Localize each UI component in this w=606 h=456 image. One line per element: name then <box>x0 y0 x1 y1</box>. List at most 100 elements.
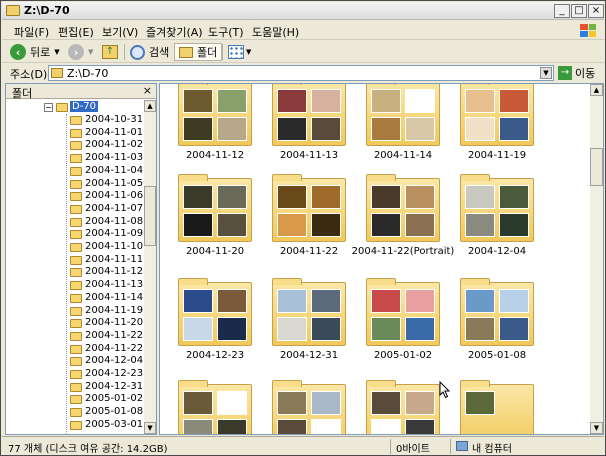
tree-item-label: 2004-11-06 <box>85 190 144 202</box>
photo-preview <box>371 89 401 113</box>
tree-close-button[interactable]: × <box>143 84 152 97</box>
address-input[interactable]: Z:\D-70 ▼ <box>48 65 554 81</box>
folder-thumbnail[interactable]: 2004-11-13 <box>264 84 354 172</box>
folder-icon <box>366 278 440 346</box>
folder-icon <box>51 68 63 78</box>
photo-preview <box>217 317 247 341</box>
status-divider <box>450 439 451 454</box>
menu-file[interactable]: 파일(F) <box>14 24 49 40</box>
folder-thumbnail[interactable]: 2004-11-14 <box>358 84 448 172</box>
folder-thumbnail[interactable] <box>452 380 542 434</box>
folders-label: 폴더 <box>197 46 218 59</box>
folder-tree: − D-70 2004-10-31 2004-11-01 2004-11-02 200… <box>6 100 144 434</box>
views-button[interactable]: ▼ <box>228 43 251 61</box>
scroll-thumb[interactable] <box>144 186 156 246</box>
toolbar: ‹ 뒤로 ▼ › ▼ ↑ 검색 폴더 ▼ <box>2 41 604 63</box>
status-object-count: 77 개체 (디스크 여유 공간: 14.2GB) <box>8 444 168 455</box>
close-button[interactable]: × <box>588 4 604 18</box>
folder-thumbnail[interactable]: 2004-12-31 <box>264 278 354 372</box>
status-zone: 내 컴퓨터 <box>472 444 512 455</box>
address-label: 주소(D) <box>10 68 48 81</box>
folder-icon <box>272 84 346 146</box>
scroll-down-button[interactable]: ▼ <box>590 422 603 434</box>
folder-thumbnail[interactable] <box>264 380 354 434</box>
folder-icon <box>70 128 82 138</box>
folder-thumbnail[interactable]: 2004-11-22(Portrait) <box>352 174 454 268</box>
photo-preview <box>217 185 247 209</box>
folder-thumbnail[interactable]: 2004-11-20 <box>170 174 260 268</box>
folder-icon <box>178 278 252 346</box>
folder-thumbnail[interactable]: 2005-01-02 <box>358 278 448 372</box>
folders-button[interactable]: 폴더 <box>174 43 223 61</box>
folder-thumbnail[interactable]: 2005-01-08 <box>452 278 542 372</box>
photo-preview <box>183 89 213 113</box>
folder-thumbnail[interactable]: 2004-11-22 <box>264 174 354 268</box>
folder-thumbnail[interactable] <box>358 380 448 434</box>
menu-view[interactable]: 보기(V) <box>102 24 138 40</box>
address-dropdown-button[interactable]: ▼ <box>540 67 552 79</box>
back-button[interactable]: ‹ 뒤로 ▼ <box>10 43 60 61</box>
maximize-button[interactable]: □ <box>571 4 587 18</box>
tree-item-label: 2004-11-05 <box>85 177 144 189</box>
chevron-down-icon: ▼ <box>88 48 94 56</box>
content-scrollbar[interactable]: ▲ ▼ <box>590 84 603 434</box>
folder-icon <box>70 395 82 405</box>
mouse-cursor-icon <box>439 381 451 399</box>
folder-icon <box>70 306 82 316</box>
explorer-window: Z:\D-70 _ □ × 파일(F) 편집(E) 보기(V) 즐겨찾기(A) … <box>0 0 606 456</box>
title-bar[interactable]: Z:\D-70 _ □ × <box>2 2 604 20</box>
folder-thumbnail[interactable]: 2004-11-19 <box>452 84 542 172</box>
folder-thumbnail[interactable]: 2004-12-23 <box>170 278 260 372</box>
tree-item-label: 2004-11-10 <box>85 241 144 252</box>
go-button[interactable]: → 이동 <box>558 65 595 81</box>
folder-icon <box>70 255 82 265</box>
menu-help[interactable]: 도움말(H) <box>252 24 299 40</box>
photo-preview <box>311 391 341 415</box>
tree-header-title: 폴더 <box>12 87 33 100</box>
photo-preview <box>277 289 307 313</box>
tree-item-label: 2004-10-31 <box>85 114 144 125</box>
folder-thumbnail[interactable]: 2004-12-04 <box>452 174 542 268</box>
photo-preview <box>183 213 213 237</box>
forward-button[interactable]: › ▼ <box>68 43 93 61</box>
folder-thumbnail[interactable] <box>170 380 260 434</box>
menu-favorites[interactable]: 즐겨찾기(A) <box>146 24 203 40</box>
tree-guide-line <box>66 114 67 434</box>
menu-tools[interactable]: 도구(T) <box>208 24 244 40</box>
folder-icon <box>70 344 82 354</box>
tree-item-label: 2004-12-04 <box>85 355 144 367</box>
up-folder-button[interactable]: ↑ <box>102 43 118 61</box>
collapse-icon[interactable]: − <box>44 103 53 112</box>
toolbar-separator <box>124 44 125 60</box>
folder-name: 2004-11-19 <box>467 150 527 161</box>
photo-preview <box>183 289 213 313</box>
folder-icon <box>70 420 82 430</box>
folder-icon <box>460 380 534 434</box>
scroll-up-button[interactable]: ▲ <box>144 100 156 112</box>
folder-icon <box>70 192 82 202</box>
tree-item-label: 2004-11-07 <box>85 202 144 214</box>
folder-tree-pane: 폴더 × − D-70 2004-10-31 2004-11-01 2004-11-… <box>5 83 157 435</box>
search-button[interactable]: 검색 <box>130 43 169 61</box>
status-size: 0바이트 <box>396 444 430 455</box>
folder-icon <box>70 319 82 329</box>
chevron-down-icon: ▼ <box>54 48 60 56</box>
minimize-button[interactable]: _ <box>554 4 570 18</box>
tree-scrollbar[interactable]: ▲ ▼ <box>144 100 156 434</box>
tree-item-label: 2004-11-12 <box>85 266 144 278</box>
folder-thumbnail[interactable]: 2004-11-12 <box>170 84 260 172</box>
tree-item-label: 2004-11-22 <box>85 329 144 341</box>
photo-preview <box>183 391 213 415</box>
folder-name: 2005-01-08 <box>467 350 527 361</box>
photo-preview <box>277 117 307 141</box>
scroll-up-button[interactable]: ▲ <box>590 84 603 96</box>
scroll-down-button[interactable]: ▼ <box>144 422 156 434</box>
menu-edit[interactable]: 편집(E) <box>58 24 94 40</box>
photo-preview <box>277 391 307 415</box>
tree-item-label: 2004-11-09 <box>85 228 144 240</box>
scroll-thumb[interactable] <box>590 148 603 186</box>
photo-preview <box>405 391 435 415</box>
photo-preview <box>465 213 495 237</box>
tree-item-label: 2004-11-19 <box>85 304 144 316</box>
photo-preview <box>371 317 401 341</box>
